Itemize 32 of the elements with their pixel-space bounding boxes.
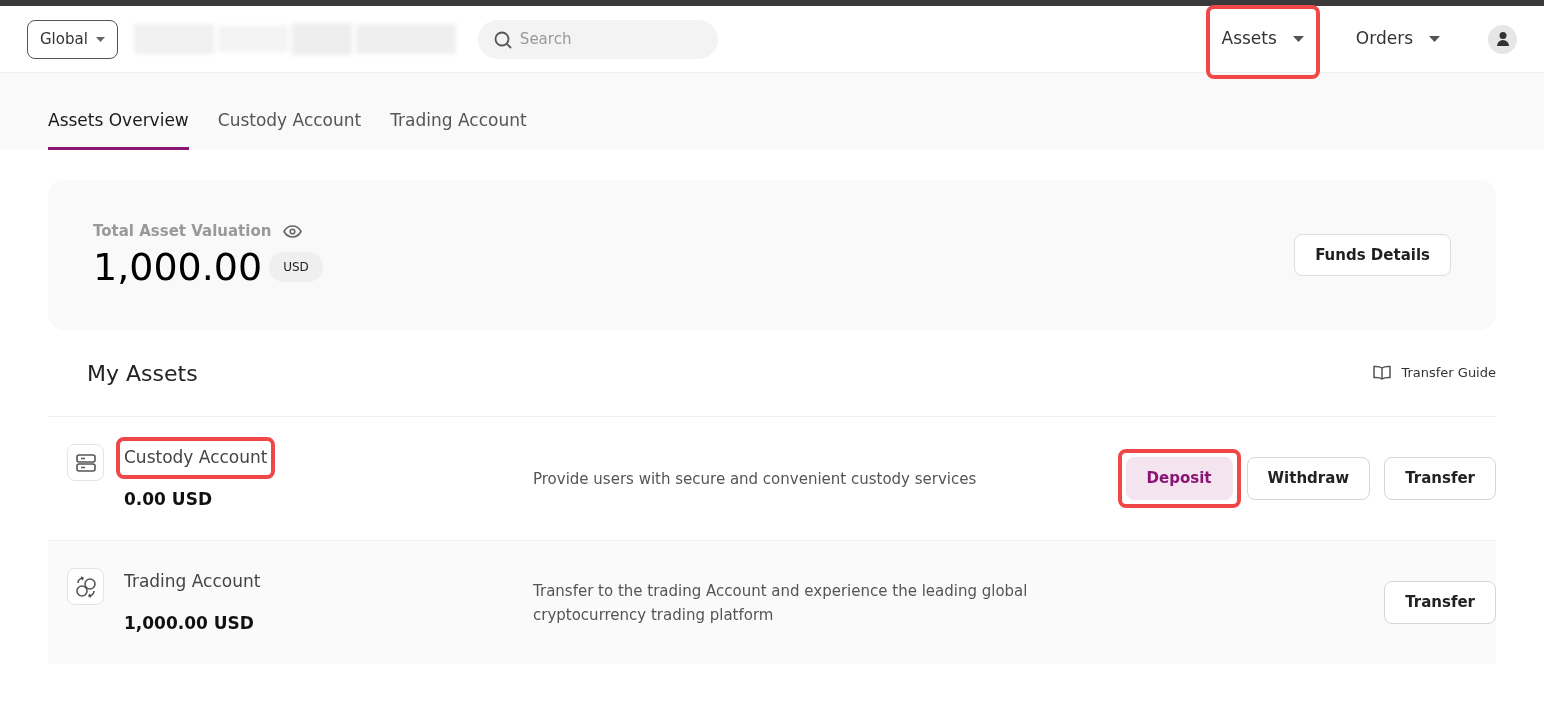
region-dropdown[interactable]: Global — [27, 19, 118, 59]
account-balance: 1,000.00 USD — [124, 611, 255, 635]
account-button[interactable]: Withdraw — [1246, 457, 1371, 500]
custody-account-icon — [67, 444, 104, 481]
transfer-guide-link[interactable]: Transfer Guide — [1373, 363, 1496, 383]
account-balance: 0.00 USD — [124, 487, 214, 511]
caret-icon — [1292, 36, 1304, 42]
account-name: Trading Account — [124, 571, 261, 591]
account-description: Provide users with secure and convenient custody services — [533, 468, 978, 490]
tab[interactable]: Custody Account — [217, 107, 362, 150]
nav-menu[interactable]: Assets — [1205, 17, 1320, 61]
tab[interactable]: Trading Account — [390, 107, 527, 150]
book-icon — [1373, 365, 1392, 381]
trading-account-icon — [67, 568, 104, 605]
eye-icon[interactable] — [283, 224, 303, 238]
avatar-icon[interactable] — [1488, 24, 1517, 54]
caret-icon — [1429, 36, 1440, 42]
nav-menu[interactable]: Orders — [1339, 17, 1456, 61]
tab[interactable]: Assets Overview — [48, 107, 189, 150]
account-button[interactable]: Transfer — [1384, 457, 1496, 500]
account-description: Transfer to the trading Account and experience the leading global cryptocurrency trading platform — [533, 580, 1029, 626]
account-name: Custody Account — [124, 447, 268, 467]
currency-badge: USD — [269, 252, 323, 283]
summary-label: Total Asset Valuation — [93, 220, 272, 242]
account-button[interactable]: Transfer — [1384, 581, 1496, 624]
search-icon — [493, 30, 512, 49]
funds-details-button[interactable]: Funds Details — [1294, 234, 1451, 276]
total-value: 1,000.00 — [93, 244, 263, 291]
section-title: My Assets — [87, 359, 198, 388]
account-button[interactable]: Deposit — [1125, 457, 1233, 500]
search-field[interactable]: Search — [477, 19, 718, 59]
caret-icon — [95, 36, 105, 42]
